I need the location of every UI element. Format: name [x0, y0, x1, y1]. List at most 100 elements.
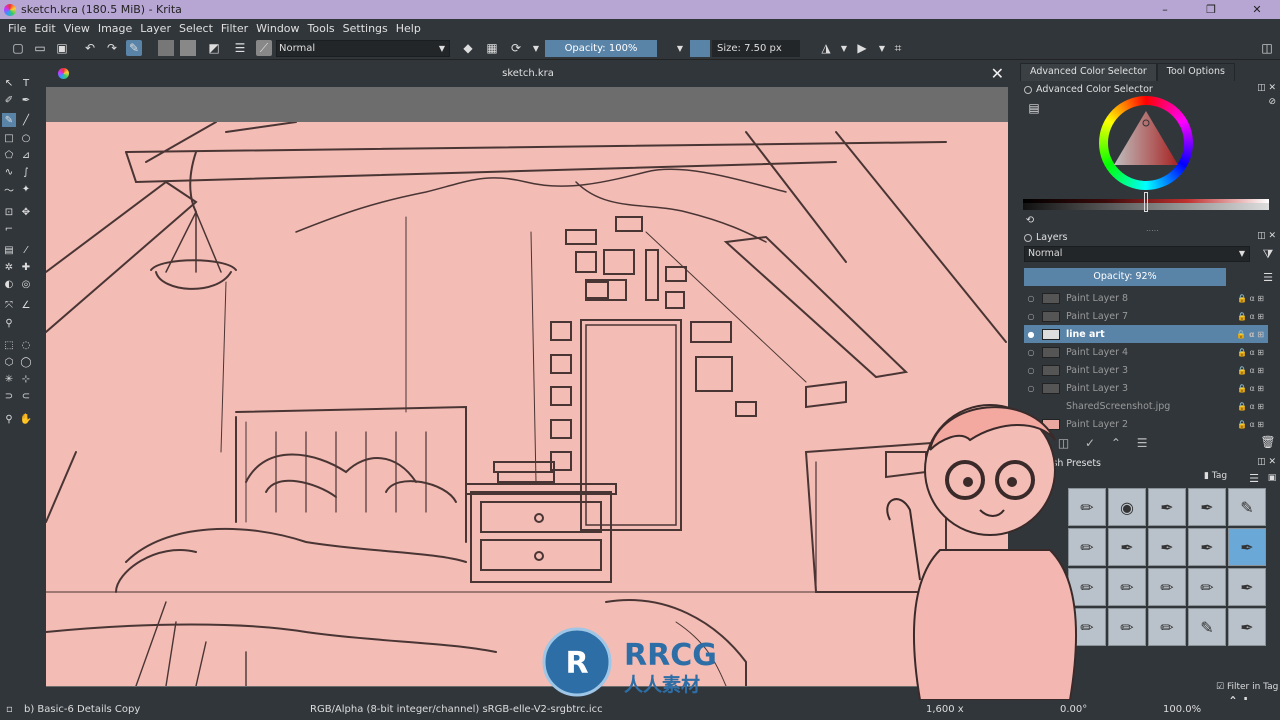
brush-preset-item[interactable]: ✒	[1148, 528, 1186, 566]
brush-preset-item[interactable]: ✎	[1228, 488, 1266, 526]
bezier-tool-icon[interactable]: ∿	[2, 165, 16, 179]
alpha-lock-icon[interactable]: ▦	[484, 40, 500, 56]
menu-tools[interactable]: Tools	[304, 22, 339, 35]
assistant-tool-icon[interactable]: ⤧	[2, 298, 16, 312]
menu-edit[interactable]: Edit	[30, 22, 59, 35]
document-tab[interactable]: sketch.kra ✕	[46, 62, 1010, 86]
menu-select[interactable]: Select	[175, 22, 217, 35]
gradient-slider-handle[interactable]	[1144, 192, 1148, 212]
reset-color-icon[interactable]: ⟲	[1022, 212, 1038, 228]
bezier-select-icon[interactable]: ⊃	[2, 389, 16, 403]
transform-tool-icon[interactable]: ⊡	[2, 205, 16, 219]
chevron-down-icon[interactable]: ▼	[672, 40, 688, 56]
brush-preset-item[interactable]: ✒	[1188, 488, 1226, 526]
dynamic-brush-icon[interactable]: 〜	[2, 182, 16, 197]
enclose-fill-icon[interactable]: ◎	[19, 277, 33, 291]
rect-select-icon[interactable]: ⬚	[2, 338, 16, 352]
eraser-icon[interactable]: ◆	[460, 40, 476, 56]
menu-help[interactable]: Help	[392, 22, 425, 35]
size-slider[interactable]: Size: 7.50 px	[712, 40, 800, 57]
open-folder-icon[interactable]: ▭	[32, 40, 48, 56]
chevron-down-icon[interactable]: ▼	[836, 40, 852, 56]
brush-preset-item[interactable]: ✏	[1108, 568, 1146, 606]
rectangle-tool-icon[interactable]: □	[2, 131, 16, 145]
brush-preset-item[interactable]: ✏	[1188, 568, 1226, 606]
filter-icon[interactable]: ⧩	[1260, 246, 1276, 262]
menu-view[interactable]: View	[60, 22, 94, 35]
layer-flags-icon[interactable]: 🔒 α ⊞	[1228, 312, 1268, 321]
chevron-down-icon[interactable]: ▼	[528, 40, 544, 56]
colorize-mask-icon[interactable]: ✲	[2, 260, 16, 274]
reference-tool-icon[interactable]: ⚲	[2, 316, 16, 330]
tab-advanced-color-selector[interactable]: Advanced Color Selector	[1020, 63, 1157, 81]
gradient-tool-icon[interactable]: ▤	[2, 243, 16, 257]
visibility-icon[interactable]: ○	[1024, 348, 1038, 357]
layer-flags-icon[interactable]: 🔒 α ⊞	[1228, 294, 1268, 303]
mirror-vertical-icon[interactable]: ▶	[854, 40, 870, 56]
crop-tool-icon[interactable]: ⌐	[2, 222, 16, 236]
pan-tool-icon[interactable]: ✋	[19, 412, 33, 426]
menu-file[interactable]: File	[4, 22, 30, 35]
layer-flags-icon[interactable]: 🔒 α ⊞	[1228, 420, 1268, 429]
text-tool-icon[interactable]: T	[19, 76, 33, 90]
color-selector-settings-icon[interactable]: ▤	[1026, 100, 1042, 116]
layer-row-active[interactable]: ● line art 🔒 α ⊞	[1024, 325, 1268, 343]
select-shapes-icon[interactable]: ↖	[2, 76, 16, 90]
visibility-icon[interactable]: ○	[1024, 312, 1038, 321]
menu-image[interactable]: Image	[94, 22, 136, 35]
fill-tool-icon[interactable]: ◐	[2, 277, 16, 291]
zoom-tool-icon[interactable]: ⚲	[2, 412, 16, 426]
layer-blend-mode-select[interactable]: Normal ▼	[1024, 246, 1250, 262]
freehand-brush-icon[interactable]: ✎	[2, 113, 16, 127]
brush-preset-item[interactable]: ✏	[1148, 608, 1186, 646]
brush-editor-icon[interactable]: ✎	[126, 40, 142, 56]
redo-icon[interactable]: ↷	[104, 40, 120, 56]
brush-preset-item[interactable]: ✏	[1148, 568, 1186, 606]
horizontal-scrollbar[interactable]	[46, 688, 1008, 698]
zoom-level-label[interactable]: 100.0%	[1163, 704, 1201, 715]
panel-float-close-icons[interactable]: ◫ ✕	[1257, 231, 1276, 241]
ellipse-select-icon[interactable]: ◌	[19, 338, 33, 352]
layer-row[interactable]: ○ Paint Layer 4 🔒 α ⊞	[1024, 343, 1268, 361]
brush-preset-icon[interactable]: ⟋	[256, 40, 272, 56]
color-history-icon[interactable]: ⊘	[1268, 97, 1276, 107]
minimize-button[interactable]: –	[1142, 0, 1188, 19]
brush-preset-item[interactable]: ✎	[1188, 608, 1226, 646]
multibrush-icon[interactable]: ✦	[19, 182, 33, 196]
polygon-select-icon[interactable]: ⬡	[2, 355, 16, 369]
layer-flags-icon[interactable]: 🔒 α ⊞	[1228, 366, 1268, 375]
brush-preset-item[interactable]: ✒	[1228, 568, 1266, 606]
panel-float-close-icons[interactable]: ◫ ✕	[1257, 457, 1276, 467]
layer-flags-icon[interactable]: 🔒 α ⊞	[1228, 330, 1268, 339]
color-chip[interactable]	[690, 40, 710, 57]
pattern-icon[interactable]	[180, 40, 196, 56]
layer-row[interactable]: ○ Paint Layer 3 🔒 α ⊞	[1024, 361, 1268, 379]
close-window-button[interactable]: ✕	[1234, 0, 1280, 19]
edit-shapes-icon[interactable]: ✐	[2, 93, 16, 107]
gradient-icon[interactable]	[158, 40, 174, 56]
tag-selector[interactable]: ▮ Tag	[1204, 471, 1227, 481]
undo-icon[interactable]: ↶	[82, 40, 98, 56]
color-triangle[interactable]	[1108, 105, 1184, 181]
line-tool-icon[interactable]: ╱	[19, 113, 33, 127]
contiguous-select-icon[interactable]: ✳	[2, 372, 16, 386]
polyline-tool-icon[interactable]: ⊿	[19, 148, 33, 162]
brush-preset-item[interactable]: ✒	[1148, 488, 1186, 526]
layer-row[interactable]: ○ Paint Layer 8 🔒 α ⊞	[1024, 289, 1268, 307]
blend-mode-select[interactable]: Normal ▼	[276, 40, 450, 57]
brush-preset-item[interactable]: ✒	[1228, 608, 1266, 646]
ellipse-tool-icon[interactable]: ○	[19, 131, 33, 145]
layer-row[interactable]: ○ Paint Layer 7 🔒 α ⊞	[1024, 307, 1268, 325]
menu-layer[interactable]: Layer	[136, 22, 175, 35]
opacity-slider[interactable]: Opacity: 100%	[545, 40, 657, 57]
layer-options-icon[interactable]: ☰	[1260, 269, 1276, 285]
calligraphy-icon[interactable]: ✒	[19, 93, 33, 107]
layer-flags-icon[interactable]: 🔒 α ⊞	[1228, 402, 1268, 411]
maximize-button[interactable]: ❐	[1188, 0, 1234, 19]
brush-preset-item-selected[interactable]: ✒	[1228, 528, 1266, 566]
color-picker-icon[interactable]: ⁄	[19, 243, 33, 257]
similar-select-icon[interactable]: ⊹	[19, 372, 33, 386]
visibility-icon[interactable]: ●	[1024, 330, 1038, 339]
measure-tool-icon[interactable]: ∠	[19, 298, 33, 312]
brush-preset-item[interactable]: ✒	[1108, 528, 1146, 566]
